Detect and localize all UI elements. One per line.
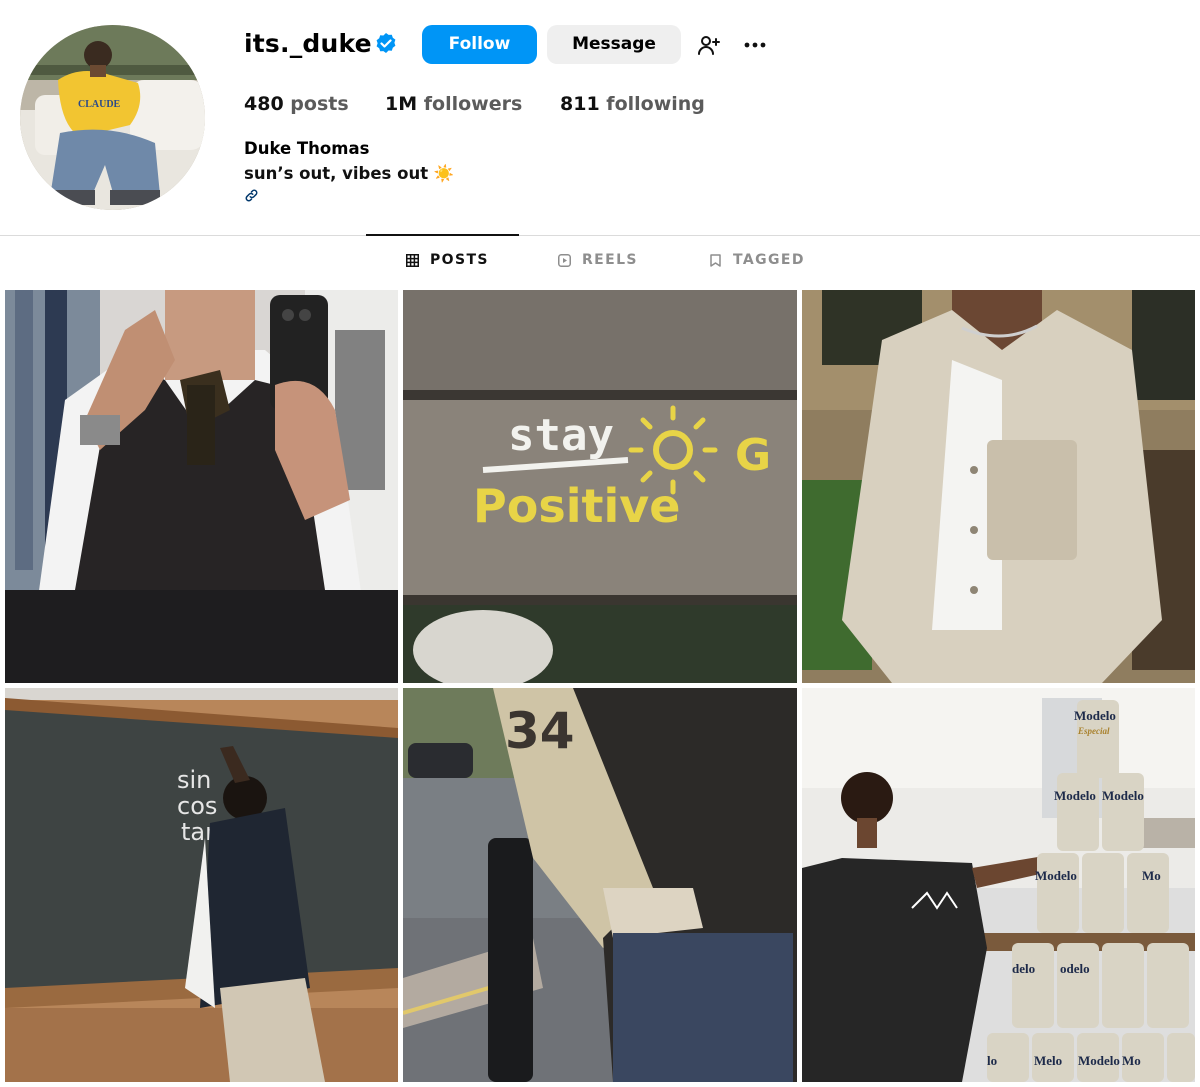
can-label-5: delo <box>1012 961 1035 976</box>
post-thumbnail-3[interactable] <box>802 290 1195 683</box>
can-label-8: lo <box>987 1053 997 1068</box>
profile-avatar[interactable]: CLAUDE <box>20 25 205 210</box>
grid-icon <box>406 253 419 267</box>
tagged-icon <box>710 253 721 267</box>
person-add-icon[interactable] <box>697 33 721 57</box>
can-label-1: Modelo <box>1074 708 1116 723</box>
can-label-4: Modelo <box>1102 788 1144 803</box>
tab-reels-label: REELS <box>582 252 638 268</box>
reels-icon <box>558 253 571 267</box>
can-label-7: Mo <box>1142 868 1161 883</box>
following-count[interactable]: 811 following <box>560 91 705 117</box>
post-thumbnail-2[interactable]: stay Positive G <box>403 290 797 683</box>
post-thumbnail-4[interactable]: sin cos tan <box>5 688 398 1082</box>
can-label-2: Especial <box>1077 726 1110 736</box>
tab-tagged[interactable]: TAGGED <box>709 249 805 271</box>
tab-reels[interactable]: REELS <box>558 249 638 271</box>
profile-bio: sun’s out, vibes out ☀️ <box>244 163 454 185</box>
can-label-12: odelo <box>1060 961 1090 976</box>
more-options-icon[interactable] <box>742 33 768 57</box>
tabs-divider <box>0 235 1200 236</box>
post-5-jersey-number: 34 <box>505 702 575 760</box>
post-4-word-1: sin <box>177 766 211 794</box>
post-2-letter: G <box>735 430 771 481</box>
can-label-9: Melo <box>1034 1053 1062 1068</box>
svg-text:CLAUDE: CLAUDE <box>78 99 121 110</box>
post-4-word-2: cos <box>177 792 217 820</box>
sun-emoji-icon: ☀️ <box>433 164 455 183</box>
post-2-word-2: Positive <box>473 479 680 533</box>
post-thumbnail-5[interactable]: 34 <box>403 688 797 1082</box>
tab-posts-label: POSTS <box>430 252 489 268</box>
post-thumbnail-1[interactable] <box>5 290 398 683</box>
tab-tagged-label: TAGGED <box>733 252 805 268</box>
active-tab-indicator <box>366 234 519 236</box>
can-label-3: Modelo <box>1054 788 1096 803</box>
can-label-6: Modelo <box>1035 868 1077 883</box>
message-button[interactable]: Message <box>547 25 681 64</box>
profile-page: CLAUDE its._duke Follow Message 480 post… <box>0 0 1200 1087</box>
posts-count: 480 posts <box>244 93 349 115</box>
post-2-word-1: stay <box>508 410 614 461</box>
followers-count[interactable]: 1M followers <box>385 91 522 117</box>
profile-username: its._duke <box>244 29 372 58</box>
can-label-11: Mo <box>1122 1053 1141 1068</box>
link-icon[interactable] <box>244 188 259 203</box>
can-label-10: Modelo <box>1078 1053 1120 1068</box>
post-thumbnail-6[interactable]: Modelo Especial Modelo Modelo delo Model… <box>802 688 1195 1082</box>
tab-posts[interactable]: POSTS <box>406 249 489 271</box>
bio-text: sun’s out, vibes out <box>244 164 429 183</box>
follow-button[interactable]: Follow <box>422 25 537 64</box>
verified-badge-icon <box>376 33 396 53</box>
profile-full-name: Duke Thomas <box>244 139 370 158</box>
